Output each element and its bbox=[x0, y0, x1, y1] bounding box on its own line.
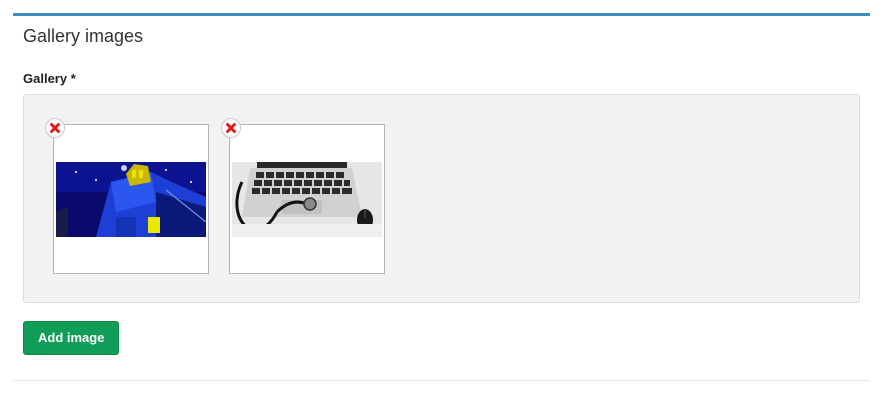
gallery-image bbox=[56, 162, 206, 237]
gallery-thumbnail[interactable] bbox=[221, 118, 385, 274]
remove-image-button[interactable] bbox=[45, 118, 65, 138]
remove-x-icon bbox=[48, 121, 62, 135]
gallery-images-panel: Gallery images Gallery * Add image bbox=[13, 13, 870, 381]
gallery-dropzone[interactable] bbox=[23, 94, 860, 303]
remove-x-icon bbox=[224, 121, 238, 135]
gallery-thumbnail[interactable] bbox=[45, 118, 209, 274]
gallery-field-label: Gallery * bbox=[23, 71, 76, 86]
remove-image-button[interactable] bbox=[221, 118, 241, 138]
add-image-button[interactable]: Add image bbox=[23, 321, 120, 355]
gallery-image bbox=[232, 162, 382, 237]
panel-title: Gallery images bbox=[23, 26, 144, 46]
